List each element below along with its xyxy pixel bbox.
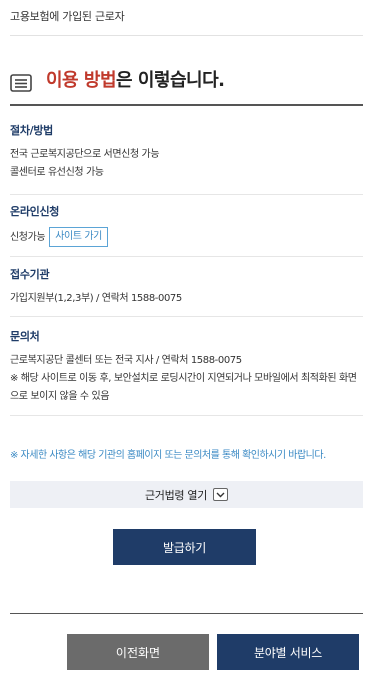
section-heading: 접수기관 (10, 268, 50, 281)
section-heading: 문의처 (10, 330, 40, 343)
howto-header: 이용 방법은 이렇습니다. (10, 66, 363, 106)
site-link-button[interactable]: 사이트 가기 (49, 227, 108, 247)
divider (10, 613, 363, 614)
section-online: 온라인신청 신청가능 사이트 가기 (10, 203, 363, 257)
section-line: 콜센터로 유선신청 가능 (10, 167, 104, 178)
chevron-down-icon[interactable] (213, 488, 229, 501)
list-icon (10, 74, 32, 92)
divider (10, 35, 363, 36)
section-heading: 온라인신청 (10, 205, 60, 218)
law-toggle-bar[interactable]: 근거법령 열기 (10, 481, 363, 508)
prev-screen-button[interactable]: 이전화면 (67, 634, 209, 670)
section-agency: 접수기관 가입지원부(1,2,3부) / 연락처 1588-0075 (10, 266, 363, 317)
section-contact: 문의처 근로복지공단 콜센터 또는 전국 지사 / 연락처 1588-0075 … (10, 328, 363, 416)
section-line: 가입지원부(1,2,3부) / 연락처 1588-0075 (10, 293, 182, 304)
target-audience-text: 고용보험에 가입된 근로자 (10, 10, 125, 23)
law-toggle-label: 근거법령 열기 (144, 488, 208, 502)
howto-title: 이용 방법은 이렇습니다. (46, 66, 225, 92)
section-line: 신청가능 사이트 가기 (10, 227, 363, 247)
page: 고용보험에 가입된 근로자 이용 방법은 이렇습니다. 절차/방법 전국 근로복… (0, 0, 373, 683)
section-procedure: 절차/방법 전국 근로복지공단으로 서면신청 가능 콜센터로 유선신청 가능 (10, 122, 363, 195)
section-line: 전국 근로복지공단으로 서면신청 가능 (10, 149, 160, 160)
notice-text: ※ 자세한 사항은 해당 기관의 홈페이지 또는 문의처를 통해 확인하시기 바… (10, 450, 326, 461)
section-heading: 절차/방법 (10, 124, 53, 137)
section-line: ※ 해당 사이트로 이동 후, 보안설치로 로딩시간이 지연되거나 모바일에서 … (10, 373, 357, 402)
issue-button[interactable]: 발급하기 (113, 529, 256, 565)
online-available-text: 신청가능 (10, 232, 46, 243)
section-line: 근로복지공단 콜센터 또는 전국 지사 / 연락처 1588-0075 (10, 355, 242, 366)
howto-title-rest: 은 이렇습니다. (116, 70, 225, 91)
field-service-button[interactable]: 분야별 서비스 (217, 634, 359, 670)
howto-title-accent: 이용 방법 (46, 70, 117, 91)
